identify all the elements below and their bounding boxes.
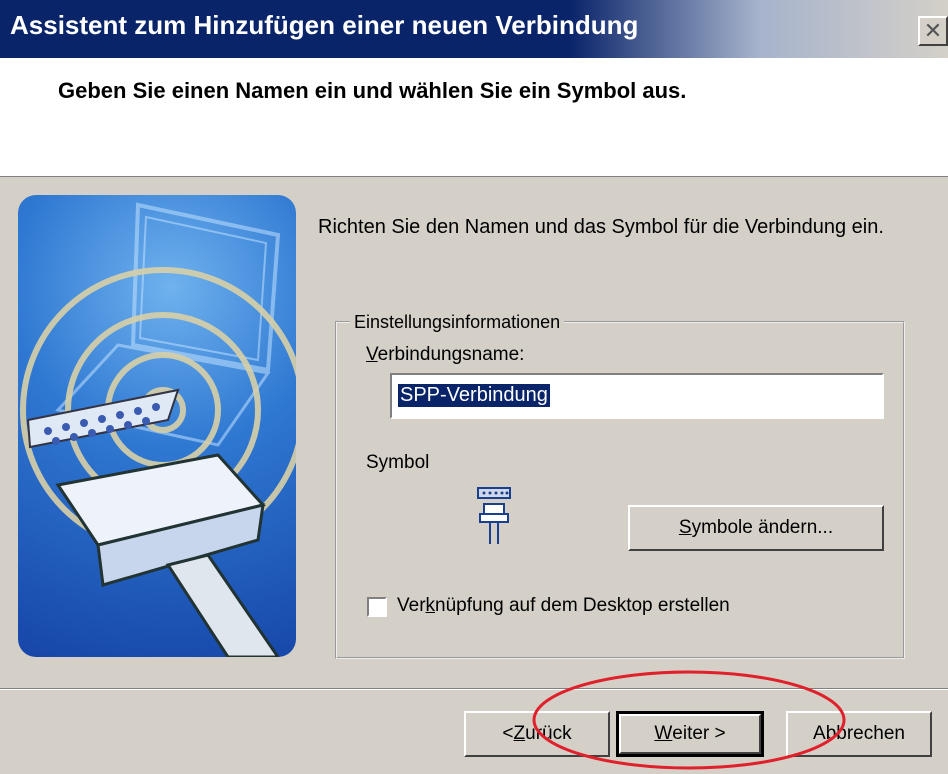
create-shortcut-checkbox[interactable] [367, 597, 387, 617]
window-title: Assistent zum Hinzufügen einer neuen Ver… [10, 10, 639, 40]
create-shortcut-label[interactable]: Verknüpfung auf dem Desktop erstellen [397, 595, 730, 617]
connection-name-label: Verbindungsname: [366, 344, 525, 365]
settings-group-title: Einstellungsinformationen [350, 312, 565, 333]
intro-text: Richten Sie den Namen und das Symbol für… [318, 216, 884, 238]
wizard-illustration [18, 195, 296, 657]
page-title: Geben Sie einen Namen ein und wählen Sie… [58, 78, 687, 103]
title-bar: Assistent zum Hinzufügen einer neuen Ver… [0, 0, 948, 58]
bluetooth-connection-illustration-icon [20, 202, 296, 657]
change-symbol-button[interactable]: Symbole ändern... [628, 505, 884, 551]
annotation-circle [532, 670, 846, 770]
close-button[interactable]: ✕ [918, 16, 948, 46]
close-icon: ✕ [923, 18, 943, 43]
wizard-header: Geben Sie einen Namen ein und wählen Sie… [0, 58, 948, 177]
serial-port-connector-icon [474, 484, 514, 559]
symbol-label: Symbol [366, 452, 430, 473]
connection-name-value: SPP-Verbindung [398, 384, 550, 407]
connection-name-input[interactable]: SPP-Verbindung [390, 373, 884, 419]
